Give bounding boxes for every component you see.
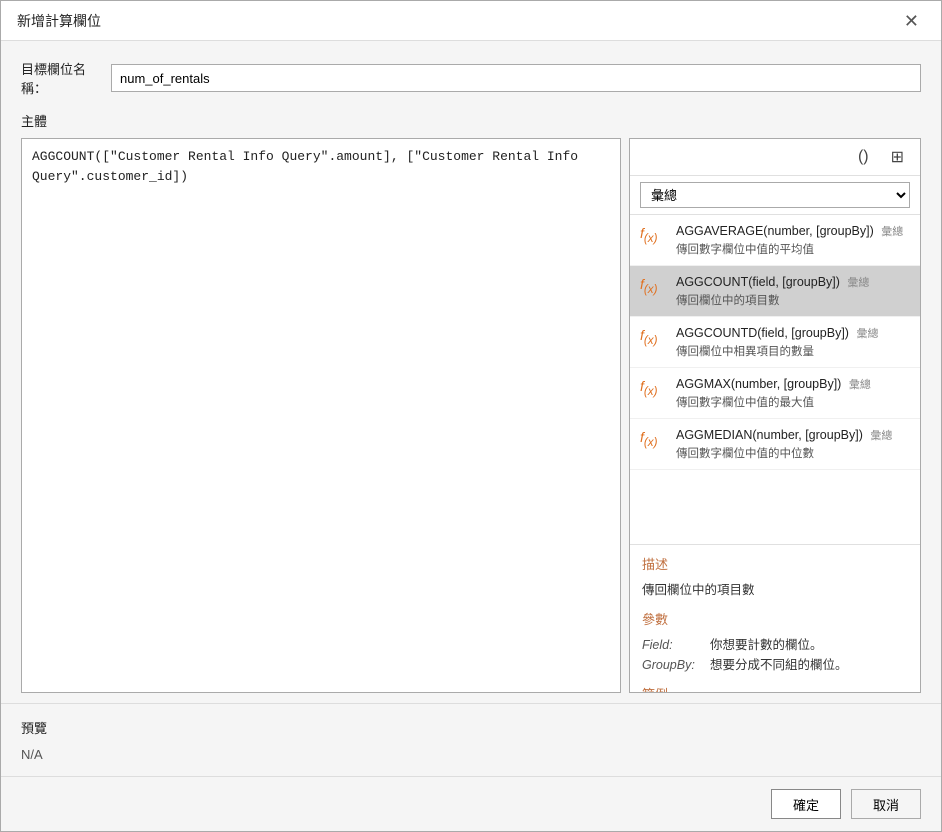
close-button[interactable]: ✕ xyxy=(898,10,925,32)
func-info-aggcount: AGGCOUNT(field, [groupBy]) 彙總 傳回欄位中的項目數 xyxy=(676,274,910,308)
func-info-aggaverage: AGGAVERAGE(number, [groupBy]) 彙總 傳回數字欄位中… xyxy=(676,223,910,257)
func-info-aggmedian: AGGMEDIAN(number, [groupBy]) 彙總 傳回數字欄位中值… xyxy=(676,427,910,461)
confirm-button[interactable]: 確定 xyxy=(771,789,841,819)
detail-param-groupby-key: GroupBy: xyxy=(642,655,702,675)
target-field-input[interactable] xyxy=(111,64,921,92)
func-item-aggmedian[interactable]: f(x) AGGMEDIAN(number, [groupBy]) 彙總 傳回數… xyxy=(630,419,920,470)
preview-value: N/A xyxy=(21,743,921,766)
func-name-aggaverage: AGGAVERAGE(number, [groupBy]) 彙總 xyxy=(676,223,910,239)
title-bar: 新增計算欄位 ✕ xyxy=(1,1,941,41)
func-icon-aggcount: f(x) xyxy=(640,276,668,296)
func-desc-aggmedian: 傳回數字欄位中值的中位數 xyxy=(676,445,910,461)
detail-param-groupby-value: 想要分成不同組的欄位。 xyxy=(710,655,848,675)
grid-button[interactable]: ⊞ xyxy=(885,145,910,169)
func-name-aggcount: AGGCOUNT(field, [groupBy]) 彙總 xyxy=(676,274,910,290)
detail-param-field-key: Field: xyxy=(642,635,702,655)
func-desc-aggmax: 傳回數字欄位中值的最大值 xyxy=(676,394,910,410)
new-calculated-field-dialog: 新增計算欄位 ✕ 目標欄位名稱： 主體 AGGCOUNT(["Customer … xyxy=(0,0,942,832)
dialog-title: 新增計算欄位 xyxy=(17,11,101,31)
func-desc-aggaverage: 傳回數字欄位中值的平均值 xyxy=(676,241,910,257)
formula-editor[interactable]: AGGCOUNT(["Customer Rental Info Query".a… xyxy=(22,139,620,692)
functions-category-select[interactable]: 彙總 所有 數字 字串 日期 邏輯 xyxy=(640,182,910,208)
func-icon-aggmedian: f(x) xyxy=(640,429,668,449)
functions-filter-row: 彙總 所有 數字 字串 日期 邏輯 xyxy=(630,176,920,215)
func-item-aggcountd[interactable]: f(x) AGGCOUNTD(field, [groupBy]) 彙總 傳回欄位… xyxy=(630,317,920,368)
detail-desc-title: 描述 xyxy=(642,555,908,576)
dialog-footer: 確定 取消 xyxy=(1,776,941,831)
detail-params-title: 參數 xyxy=(642,610,908,631)
parentheses-button[interactable]: () xyxy=(852,146,875,168)
functions-toolbar: () ⊞ xyxy=(630,139,920,176)
cancel-button[interactable]: 取消 xyxy=(851,789,921,819)
func-desc-aggcountd: 傳回欄位中相異項目的數量 xyxy=(676,343,910,359)
func-item-aggaverage[interactable]: f(x) AGGAVERAGE(number, [groupBy]) 彙總 傳回… xyxy=(630,215,920,266)
main-area: AGGCOUNT(["Customer Rental Info Query".a… xyxy=(21,138,921,693)
function-list: f(x) AGGAVERAGE(number, [groupBy]) 彙總 傳回… xyxy=(630,215,920,545)
dialog-body: 目標欄位名稱： 主體 AGGCOUNT(["Customer Rental In… xyxy=(1,41,941,703)
func-name-aggmax: AGGMAX(number, [groupBy]) 彙總 xyxy=(676,376,910,392)
preview-label: 預覽 xyxy=(21,718,921,737)
detail-params: Field: 你想要計數的欄位。 GroupBy: 想要分成不同組的欄位。 xyxy=(642,635,908,675)
detail-param-field-value: 你想要計數的欄位。 xyxy=(710,635,823,655)
func-icon-aggmax: f(x) xyxy=(640,378,668,398)
detail-example-title: 範例 xyxy=(642,685,908,692)
func-icon-aggaverage: f(x) xyxy=(640,225,668,245)
func-name-aggmedian: AGGMEDIAN(number, [groupBy]) 彙總 xyxy=(676,427,910,443)
detail-desc-text: 傳回欄位中的項目數 xyxy=(642,580,908,600)
func-desc-aggcount: 傳回欄位中的項目數 xyxy=(676,292,910,308)
func-item-aggmax[interactable]: f(x) AGGMAX(number, [groupBy]) 彙總 傳回數字欄位… xyxy=(630,368,920,419)
function-detail: 描述 傳回欄位中的項目數 參數 Field: 你想要計數的欄位。 GroupBy… xyxy=(630,545,920,692)
detail-param-field: Field: 你想要計數的欄位。 xyxy=(642,635,908,655)
target-field-row: 目標欄位名稱： xyxy=(21,59,921,97)
func-name-aggcountd: AGGCOUNTD(field, [groupBy]) 彙總 xyxy=(676,325,910,341)
func-info-aggcountd: AGGCOUNTD(field, [groupBy]) 彙總 傳回欄位中相異項目… xyxy=(676,325,910,359)
func-icon-aggcountd: f(x) xyxy=(640,327,668,347)
body-section-label: 主體 xyxy=(21,111,921,130)
target-field-label: 目標欄位名稱： xyxy=(21,59,111,97)
func-item-aggcount[interactable]: f(x) AGGCOUNT(field, [groupBy]) 彙總 傳回欄位中… xyxy=(630,266,920,317)
detail-param-groupby: GroupBy: 想要分成不同組的欄位。 xyxy=(642,655,908,675)
editor-panel: AGGCOUNT(["Customer Rental Info Query".a… xyxy=(21,138,621,693)
func-info-aggmax: AGGMAX(number, [groupBy]) 彙總 傳回數字欄位中值的最大… xyxy=(676,376,910,410)
preview-area: 預覽 N/A xyxy=(1,703,941,776)
functions-panel: () ⊞ 彙總 所有 數字 字串 日期 邏輯 xyxy=(629,138,921,693)
